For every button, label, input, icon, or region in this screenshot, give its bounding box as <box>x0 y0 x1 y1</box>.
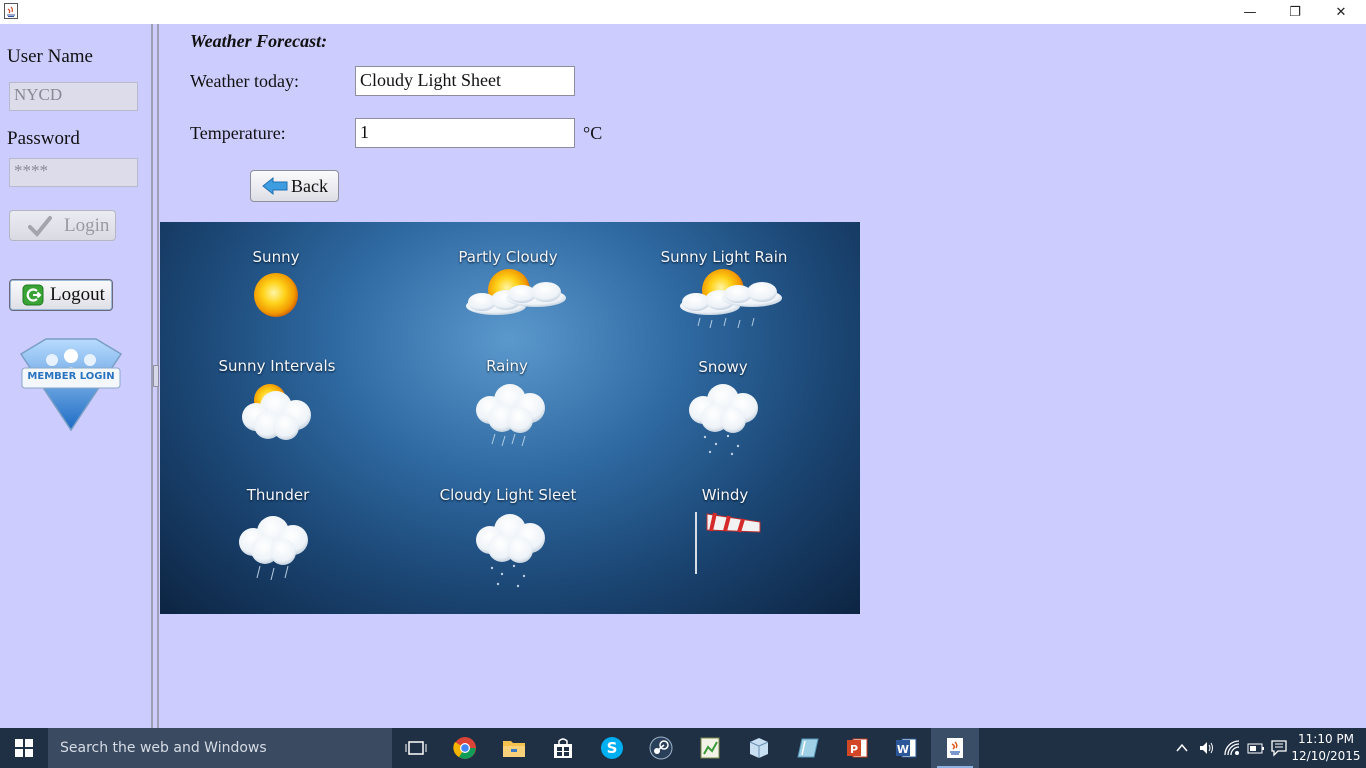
divider-grip[interactable] <box>153 365 159 387</box>
word-icon: W <box>896 738 917 758</box>
weather-label-sunny: Sunny <box>252 248 300 266</box>
title-bar <box>0 0 1366 24</box>
volume-button[interactable] <box>1198 740 1216 756</box>
wifi-icon <box>1224 740 1240 756</box>
restore-button[interactable]: ❐ <box>1272 0 1318 24</box>
weather-label-snowy: Snowy <box>698 358 748 376</box>
logout-icon <box>22 284 44 306</box>
close-button[interactable]: ✕ <box>1318 0 1364 24</box>
weather-label-rainy: Rainy <box>486 357 528 375</box>
svg-text:S: S <box>607 739 618 757</box>
steam-icon <box>649 736 673 760</box>
chrome-icon <box>453 737 476 759</box>
taskbar-cube-app[interactable] <box>735 728 783 768</box>
java-icon <box>947 738 963 758</box>
taskbar-steam[interactable] <box>637 728 685 768</box>
temperature-label: Temperature: <box>190 123 286 143</box>
page-title: Weather Forecast: <box>190 31 328 51</box>
password-field[interactable]: **** <box>9 158 138 187</box>
member-login-logo: MEMBER LOGIN <box>16 336 126 434</box>
svg-text:W: W <box>897 743 909 756</box>
weather-label-thunder: Thunder <box>246 486 310 504</box>
taskbar-store[interactable] <box>539 728 587 768</box>
taskbar-chrome[interactable] <box>441 728 489 768</box>
skype-icon: S <box>601 737 623 759</box>
taskbar-skype[interactable]: S <box>588 728 636 768</box>
wifi-button[interactable] <box>1223 739 1241 757</box>
speaker-icon <box>1200 742 1213 754</box>
logout-button[interactable]: Logout <box>9 279 113 311</box>
weather-today-field[interactable]: Cloudy Light Sheet <box>355 66 575 96</box>
taskbar-sheet-app[interactable] <box>686 728 734 768</box>
folder-icon <box>503 741 525 757</box>
battery-button[interactable] <box>1247 740 1265 756</box>
task-view-button[interactable] <box>392 728 440 768</box>
login-button[interactable]: Login <box>9 210 116 241</box>
weather-icons-art <box>239 269 782 588</box>
taskbar-glass-app[interactable] <box>784 728 832 768</box>
temperature-field[interactable]: 1 <box>355 118 575 148</box>
back-label: Back <box>291 175 328 196</box>
clock-time: 11:10 PM <box>1298 732 1354 746</box>
taskbar-clock[interactable]: 11:10 PM 12/10/2015 <box>1291 732 1361 763</box>
taskbar-file-explorer[interactable] <box>490 728 538 768</box>
weather-icons-image: Sunny Partly Cloudy Sunny Light Rain Sun… <box>160 222 860 614</box>
battery-icon <box>1247 743 1264 754</box>
task-view-icon <box>405 741 427 755</box>
notification-icon <box>1271 740 1287 757</box>
weather-label-sunny-intervals: Sunny Intervals <box>218 357 336 375</box>
glass-pane-icon <box>797 738 819 758</box>
spreadsheet-icon <box>700 737 720 759</box>
weather-label-cloudy-light-sleet: Cloudy Light Sleet <box>439 486 577 504</box>
minimize-icon: — <box>1243 4 1257 20</box>
taskbar-powerpoint[interactable]: P <box>833 728 881 768</box>
login-label: Login <box>64 214 110 236</box>
back-button[interactable]: Back <box>250 170 339 202</box>
minimize-button[interactable]: — <box>1227 0 1273 24</box>
weather-label-sunny-light-rain: Sunny Light Rain <box>660 248 788 266</box>
username-label: User Name <box>7 46 93 67</box>
restore-icon: ❐ <box>1289 4 1301 20</box>
clock-date: 12/10/2015 <box>1291 749 1361 763</box>
checkmark-icon <box>28 215 52 237</box>
username-field[interactable]: NYCD <box>9 82 138 111</box>
close-icon: ✕ <box>1335 4 1347 20</box>
weather-today-label: Weather today: <box>190 71 300 91</box>
taskbar-java-active[interactable] <box>931 728 979 768</box>
taskbar-word[interactable]: W <box>882 728 930 768</box>
weather-label-partly-cloudy: Partly Cloudy <box>458 248 558 266</box>
weather-label-windy: Windy <box>701 486 749 504</box>
windows-logo-icon <box>15 739 33 757</box>
action-center-button[interactable] <box>1270 739 1288 757</box>
powerpoint-icon: P <box>847 738 868 758</box>
member-login-text: MEMBER LOGIN <box>27 371 115 382</box>
temperature-unit: °C <box>583 123 603 143</box>
back-arrow-icon <box>262 176 288 196</box>
logout-label: Logout <box>50 284 105 305</box>
start-button[interactable] <box>0 728 48 768</box>
java-app-icon <box>4 3 18 19</box>
chevron-up-icon <box>1176 743 1188 752</box>
svg-text:P: P <box>850 743 858 756</box>
show-hidden-icons-button[interactable] <box>1175 740 1189 756</box>
taskbar-search-box[interactable]: Search the web and Windows <box>48 728 392 768</box>
cube-icon <box>749 738 769 758</box>
store-icon <box>554 738 572 758</box>
password-label: Password <box>7 128 80 149</box>
